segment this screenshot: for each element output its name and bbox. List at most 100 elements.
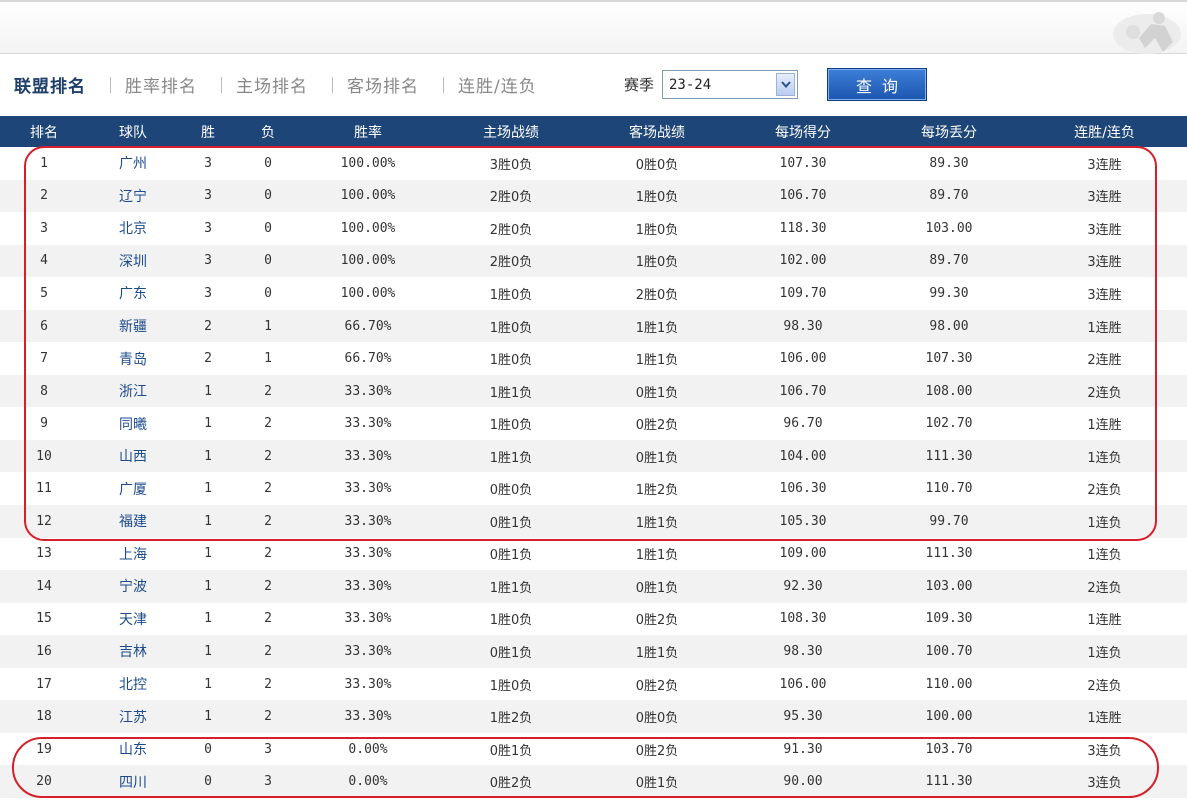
table-row: 5 广东 3 0 100.00% 1胜0负 2胜0负 109.70 99.30 3连胜 [0, 277, 1187, 310]
table-cell: 2胜0负 [489, 190, 533, 206]
table-row: 6 新疆 2 1 66.70% 1胜0负 1胜1负 98.30 98.00 1连胜 [0, 309, 1187, 343]
table-cell: 111.30 [925, 448, 973, 464]
table-cell: 102.00 [779, 253, 827, 269]
team-link[interactable]: 北控 [88, 674, 178, 694]
table-cell: 92.30 [783, 578, 823, 594]
team-link[interactable]: 广厦 [88, 479, 178, 499]
table-cell: 1 [204, 578, 212, 594]
ranking-tabs: 联盟排名 胜率排名 主场排名 客场排名 连胜/连负 [14, 72, 537, 97]
table-cell: 0胜2负 [635, 613, 679, 629]
column-header[interactable]: 胜 [178, 122, 238, 142]
chevron-down-icon[interactable] [776, 73, 795, 96]
table-cell: 0胜0负 [635, 157, 679, 173]
table-cell: 17 [36, 676, 52, 692]
table-cell: 0 [264, 253, 272, 269]
table-cell: 1 [204, 676, 212, 692]
table-cell: 89.70 [929, 253, 969, 269]
table-cell: 13 [36, 546, 52, 562]
tab-0[interactable]: 联盟排名 [14, 72, 86, 97]
table-cell: 19 [36, 741, 52, 757]
tab-4[interactable]: 连胜/连负 [458, 72, 537, 97]
table-cell: 11 [36, 481, 52, 497]
table-cell: 2 [204, 351, 212, 367]
nav-separator [110, 76, 111, 93]
tab-1[interactable]: 胜率排名 [125, 72, 197, 97]
table-cell: 100.00% [340, 155, 396, 171]
table-cell: 3 [264, 741, 272, 757]
table-row: 1 广州 3 0 100.00% 3胜0负 0胜0负 107.30 89.30 3连胜 [0, 147, 1187, 180]
table-cell: 7 [40, 351, 48, 367]
table-cell: 96.70 [783, 416, 823, 432]
tab-3[interactable]: 客场排名 [347, 72, 419, 97]
table-cell: 2连负 [1087, 385, 1122, 401]
table-row: 19 山东 0 3 0.00% 0胜1负 0胜2负 91.30 103.70 3连负 [0, 733, 1187, 766]
tab-2[interactable]: 主场排名 [236, 72, 308, 97]
table-cell: 20 [36, 774, 52, 790]
season-select[interactable]: 23-24 [662, 70, 798, 99]
table-cell: 1 [204, 643, 212, 659]
team-link[interactable]: 深圳 [88, 251, 178, 271]
table-cell: 0胜1负 [635, 776, 679, 792]
season-label: 赛季 [624, 76, 655, 94]
column-header[interactable]: 每场丢分 [876, 122, 1022, 142]
team-link[interactable]: 北京 [88, 218, 178, 238]
table-cell: 0胜2负 [489, 776, 533, 792]
team-link[interactable]: 同曦 [88, 414, 178, 434]
table-cell: 2 [264, 481, 272, 497]
table-cell: 90.00 [783, 774, 823, 790]
table-cell: 0 [264, 285, 272, 301]
team-link[interactable]: 广州 [88, 153, 178, 173]
column-header[interactable]: 排名 [0, 122, 88, 142]
table-cell: 66.70% [344, 318, 392, 334]
team-link[interactable]: 青岛 [88, 349, 178, 369]
column-header[interactable]: 客场战绩 [584, 122, 730, 142]
query-button[interactable]: 查询 [827, 68, 927, 101]
table-cell: 3 [264, 774, 272, 790]
team-link[interactable]: 新疆 [88, 316, 178, 336]
table-cell: 33.30% [344, 643, 392, 659]
column-header[interactable]: 胜率 [298, 122, 438, 142]
table-cell: 0胜0负 [635, 711, 679, 727]
team-link[interactable]: 山西 [88, 446, 178, 466]
table-cell: 12 [36, 513, 52, 529]
table-cell: 1胜1负 [489, 450, 533, 466]
table-cell: 14 [36, 578, 52, 594]
table-row: 11 广厦 1 2 33.30% 0胜0负 1胜2负 106.30 110.70 2连负 [0, 472, 1187, 505]
team-link[interactable]: 江苏 [88, 707, 178, 727]
column-header[interactable]: 每场得分 [730, 122, 876, 142]
team-link[interactable]: 辽宁 [88, 186, 178, 206]
column-header[interactable]: 连胜/连负 [1022, 122, 1187, 142]
team-link[interactable]: 广东 [88, 283, 178, 303]
standings-table: 排名 球队胜负胜率 主场战绩 客场战绩 每场得分 每场丢分 连胜/连负 1 广州 3 0 100.0… [0, 116, 1187, 798]
team-link[interactable]: 上海 [88, 544, 178, 564]
team-link[interactable]: 宁波 [88, 576, 178, 596]
table-cell: 95.30 [783, 709, 823, 725]
table-cell: 4 [40, 253, 48, 269]
team-link[interactable]: 四川 [88, 772, 178, 792]
table-cell: 0胜1负 [635, 580, 679, 596]
table-row: 14 宁波 1 2 33.30% 1胜1负 0胜1负 92.30 103.00 2连负 [0, 570, 1187, 603]
column-header[interactable]: 球队 [88, 122, 178, 142]
column-header[interactable]: 主场战绩 [438, 122, 584, 142]
table-row: 9 同曦 1 2 33.30% 1胜0负 0胜2负 96.70 102.70 1连胜 [0, 407, 1187, 440]
table-cell: 1 [204, 611, 212, 627]
nav-separator [332, 76, 333, 93]
nav-separator [443, 76, 444, 93]
table-cell: 1胜1负 [635, 320, 679, 336]
table-cell: 16 [36, 643, 52, 659]
team-link[interactable]: 天津 [88, 609, 178, 629]
table-cell: 33.30% [344, 611, 392, 627]
table-cell: 1 [40, 155, 48, 171]
column-header[interactable]: 负 [238, 122, 298, 142]
team-link[interactable]: 浙江 [88, 381, 178, 401]
table-cell: 1连负 [1087, 548, 1122, 564]
table-cell: 2 [264, 513, 272, 529]
table-cell: 1胜1负 [635, 353, 679, 369]
table-cell: 0 [264, 220, 272, 236]
table-cell: 33.30% [344, 383, 392, 399]
team-link[interactable]: 山东 [88, 739, 178, 759]
table-cell: 3 [204, 285, 212, 301]
team-link[interactable]: 福建 [88, 511, 178, 531]
team-link[interactable]: 吉林 [88, 641, 178, 661]
ranking-nav: 联盟排名 胜率排名 主场排名 客场排名 连胜/连负 赛季 23-24 查询 [0, 62, 1187, 108]
